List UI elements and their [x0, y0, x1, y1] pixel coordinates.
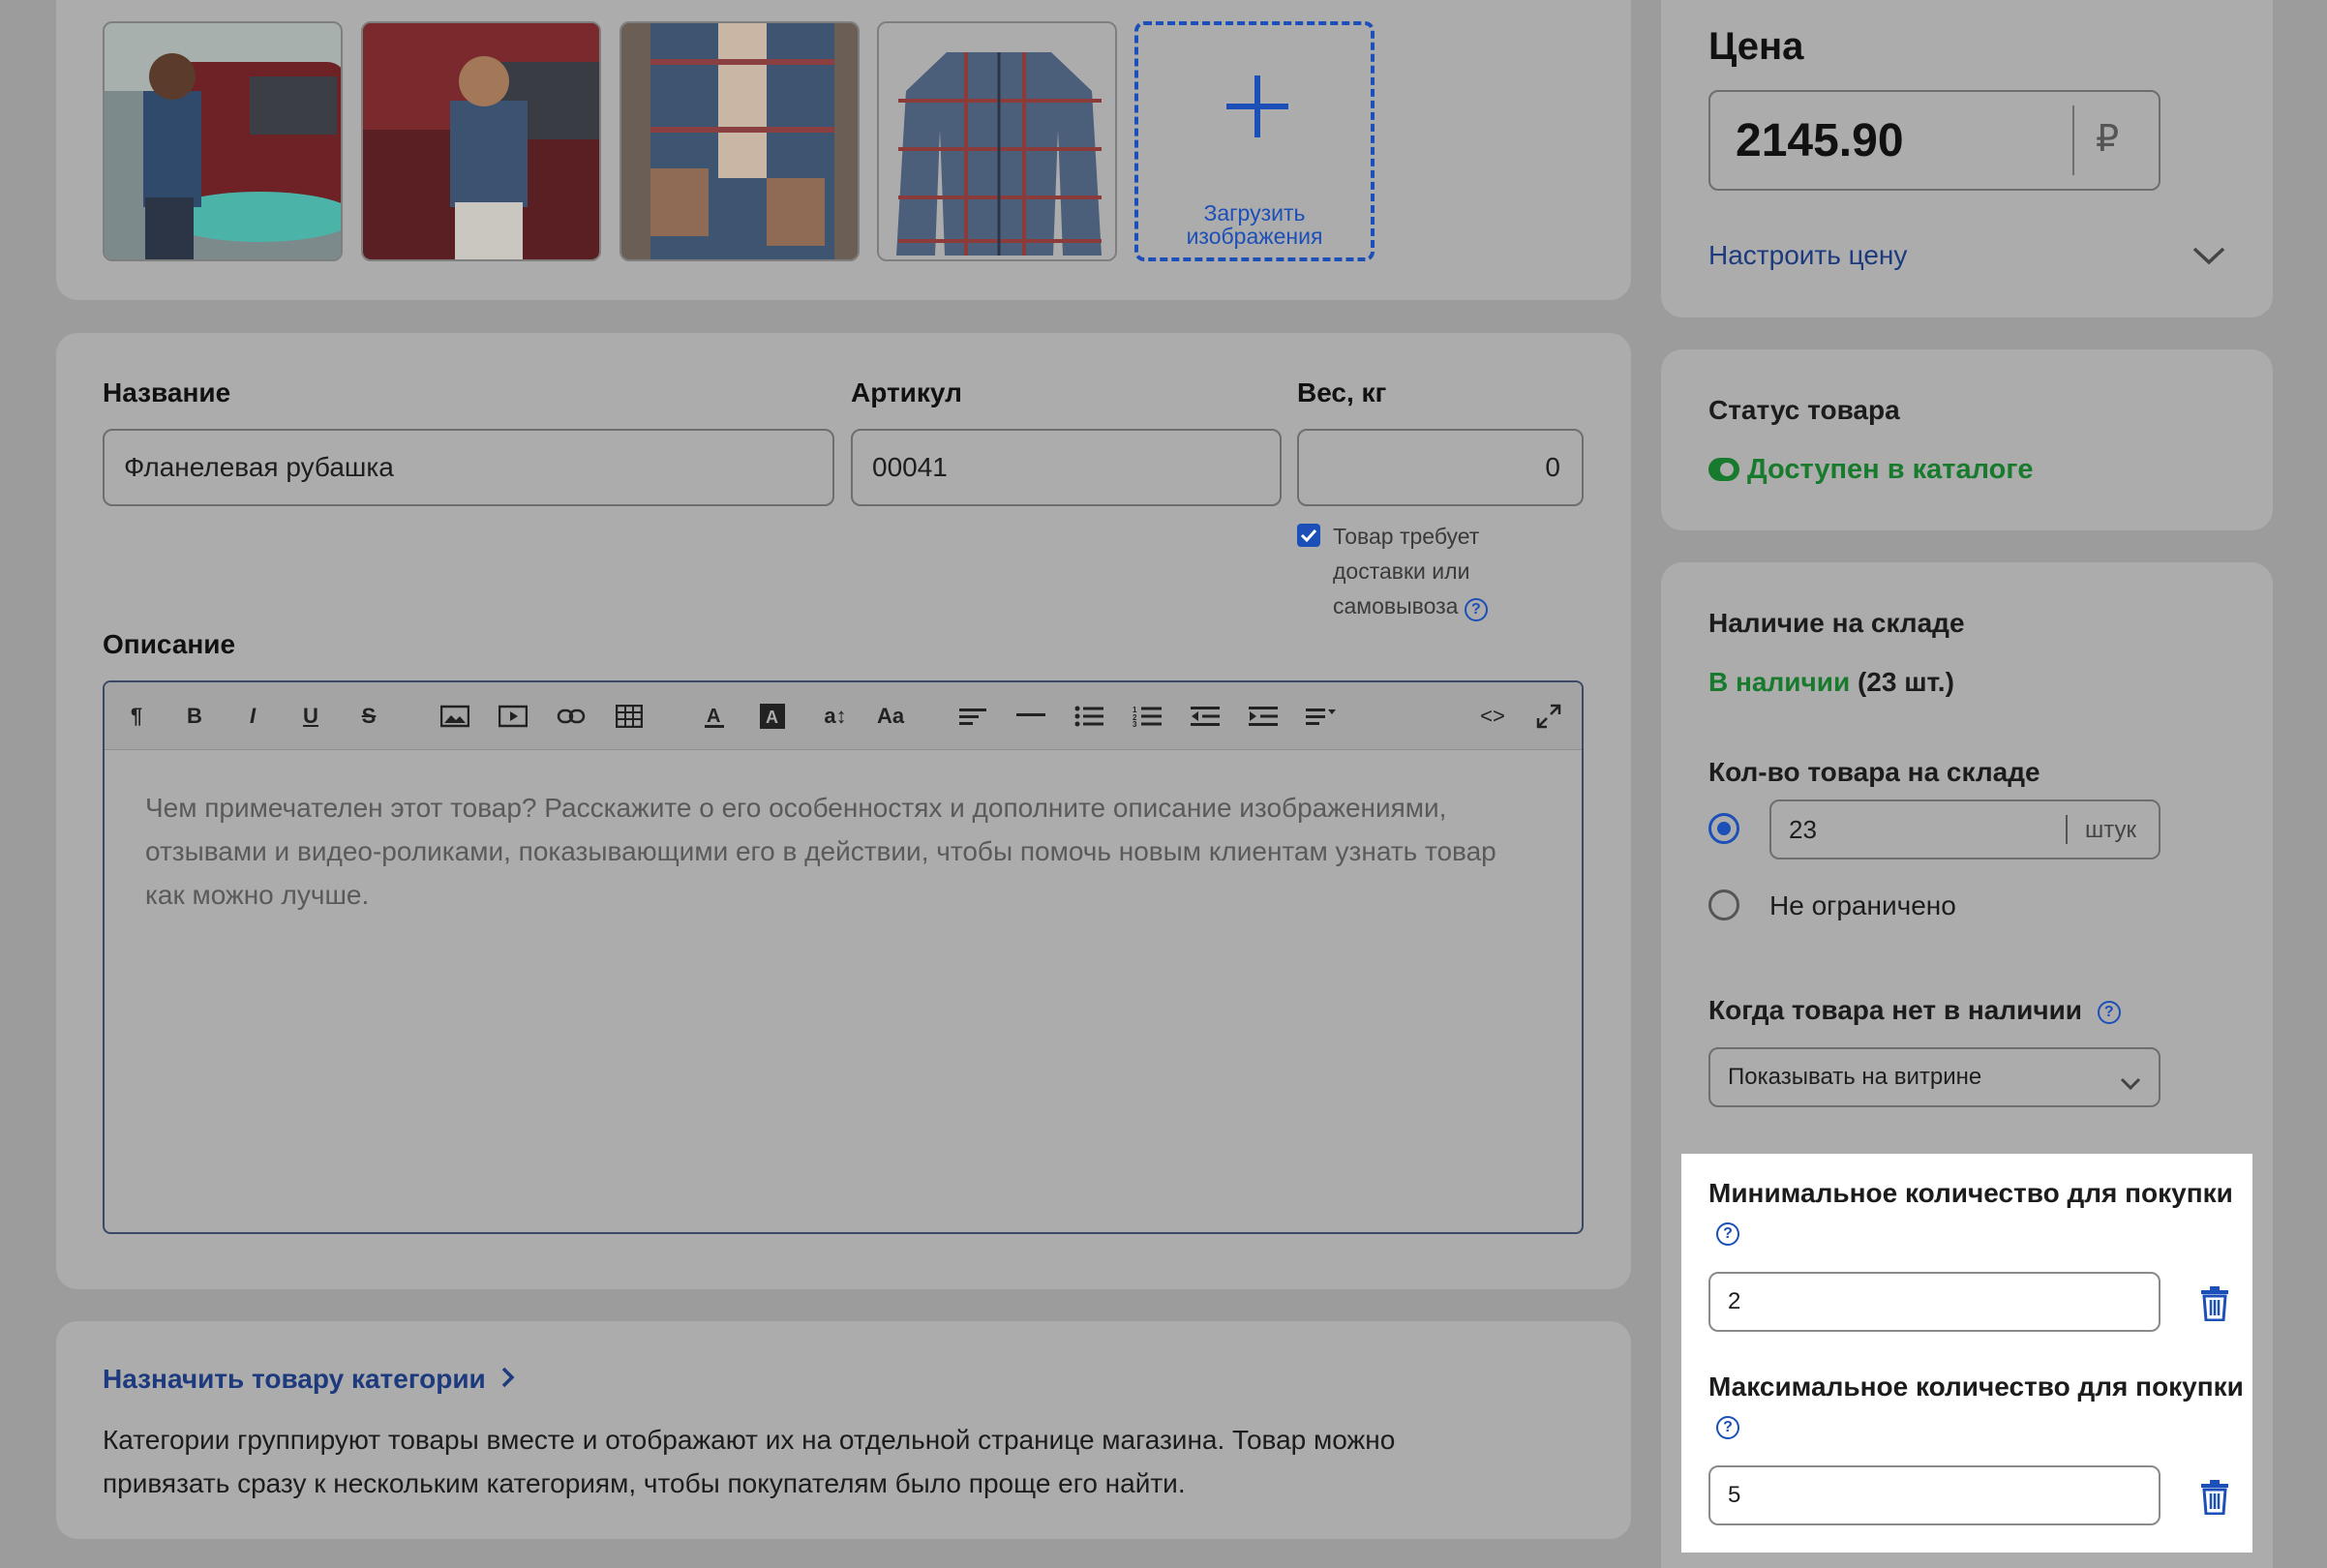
svg-text:3: 3 — [1133, 720, 1137, 727]
help-icon[interactable]: ? — [1716, 1222, 1739, 1246]
numbered-list-icon[interactable]: 123 — [1128, 697, 1166, 736]
align-icon[interactable] — [953, 697, 992, 736]
chevron-down-icon — [2120, 1070, 2141, 1098]
out-of-stock-select[interactable]: Показывать на витрине — [1708, 1047, 2161, 1107]
help-icon[interactable]: ? — [2097, 1000, 2121, 1024]
more-formatting-icon[interactable] — [1302, 697, 1341, 736]
sku-input-value: 00041 — [872, 452, 948, 482]
font-color-icon[interactable]: A — [695, 697, 734, 736]
strikethrough-icon[interactable]: S — [349, 697, 388, 736]
delete-min-icon[interactable] — [2199, 1286, 2230, 1326]
description-label: Описание — [103, 629, 236, 659]
shipping-checkbox[interactable] — [1297, 524, 1320, 547]
text-case-icon[interactable]: Aa — [869, 697, 912, 736]
configure-price-link[interactable]: Настроить цену — [1708, 240, 1907, 271]
product-image-3[interactable] — [620, 21, 860, 261]
plus-icon — [1226, 75, 1288, 137]
max-purchase-input[interactable]: 5 — [1708, 1465, 2161, 1525]
delete-max-icon[interactable] — [2199, 1480, 2230, 1520]
image-shirt-closeup — [621, 23, 858, 259]
min-purchase-input[interactable]: 2 — [1708, 1272, 2161, 1332]
description-editor[interactable] — [103, 680, 1584, 1234]
max-purchase-input-value: 5 — [1728, 1482, 1741, 1508]
chevron-down-icon[interactable] — [2192, 246, 2225, 270]
quantity-radio[interactable] — [1708, 813, 1739, 844]
price-input[interactable]: 2145.90 ₽ — [1708, 90, 2161, 191]
quantity-label: Кол-во товара на складе — [1708, 757, 2040, 787]
max-purchase-label: Максимальное количество для покупки — [1708, 1372, 2244, 1402]
image-surfer-car — [105, 23, 341, 259]
quantity-input-value: 23 — [1789, 814, 1817, 844]
code-view-icon[interactable]: <> — [1471, 697, 1514, 736]
checkmark-icon — [1300, 528, 1317, 543]
bulleted-list-icon[interactable] — [1070, 697, 1108, 736]
categories-description: Категории группируют товары вместе и ото… — [103, 1425, 1396, 1498]
assign-categories-link[interactable]: Назначить товару категории — [103, 1364, 515, 1395]
toggle-knob — [1720, 463, 1734, 476]
currency-symbol: ₽ — [2096, 119, 2120, 160]
paragraph-icon[interactable]: ¶ — [117, 697, 156, 736]
price-title: Цена — [1708, 25, 1804, 68]
in-stock-status: В наличии (23 шт.) — [1708, 667, 1954, 698]
weight-label: Вес, кг — [1297, 377, 1387, 407]
svg-text:A: A — [707, 706, 720, 727]
upload-image-label: Загрузить изображения — [1186, 200, 1323, 249]
highlight-icon[interactable]: A — [753, 697, 792, 736]
image-man-standing — [363, 23, 599, 259]
status-toggle[interactable] — [1708, 458, 1739, 481]
indent-icon[interactable] — [1244, 697, 1283, 736]
insert-video-icon[interactable] — [494, 697, 532, 736]
price-input-value: 2145.90 — [1736, 114, 1904, 166]
min-purchase-input-value: 2 — [1728, 1288, 1741, 1314]
status-value: Доступен в каталоге — [1747, 454, 2034, 485]
description-placeholder: Чем примечателен этот товар? Расскажите … — [145, 793, 1496, 910]
italic-icon[interactable]: I — [233, 697, 272, 736]
quantity-input[interactable]: 23 штук — [1769, 799, 2161, 859]
help-icon[interactable]: ? — [1716, 1416, 1739, 1439]
upload-image-button[interactable]: Загрузить изображения — [1134, 21, 1375, 261]
font-size-icon[interactable]: a↕ — [811, 697, 860, 736]
in-stock-label: В наличии — [1708, 667, 1851, 697]
out-of-stock-label: Когда товара нет в наличии ? — [1708, 995, 2121, 1026]
bold-icon[interactable]: B — [175, 697, 214, 736]
fullscreen-icon[interactable] — [1529, 697, 1568, 736]
radio-dot — [1717, 822, 1731, 835]
weight-input[interactable]: 0 — [1297, 429, 1584, 506]
min-purchase-label: Минимальное количество для покупки — [1708, 1178, 2233, 1208]
product-image-2[interactable] — [361, 21, 601, 261]
out-of-stock-select-value: Показывать на витрине — [1728, 1064, 1982, 1090]
product-image-1[interactable] — [103, 21, 343, 261]
product-image-4[interactable] — [877, 21, 1117, 261]
outdent-icon[interactable] — [1186, 697, 1224, 736]
help-icon[interactable]: ? — [1464, 598, 1488, 621]
stock-title: Наличие на складе — [1708, 608, 1965, 638]
quantity-divider — [2066, 815, 2068, 844]
insert-image-icon[interactable] — [436, 697, 474, 736]
table-icon[interactable] — [610, 697, 649, 736]
svg-text:A: A — [766, 708, 778, 727]
status-card — [1661, 349, 2273, 530]
unlimited-radio[interactable] — [1708, 890, 1739, 920]
image-flannel-shirt — [879, 23, 1115, 259]
sku-label: Артикул — [851, 377, 962, 407]
sku-input[interactable]: 00041 — [851, 429, 1282, 506]
name-input[interactable]: Фланелевая рубашка — [103, 429, 834, 506]
status-title: Статус товара — [1708, 395, 1900, 425]
horizontal-rule-icon[interactable] — [1012, 697, 1050, 736]
price-divider — [2072, 106, 2074, 175]
underline-icon[interactable]: U — [291, 697, 330, 736]
name-label: Название — [103, 377, 231, 407]
link-icon[interactable] — [552, 697, 590, 736]
weight-input-value: 0 — [1545, 452, 1560, 482]
shipping-checkbox-label: Товар требует доставки или самовывоза ? — [1333, 519, 1526, 623]
name-input-value: Фланелевая рубашка — [124, 452, 394, 482]
quantity-unit: штук — [2085, 817, 2137, 843]
unlimited-label: Не ограничено — [1769, 890, 1956, 920]
in-stock-count: (23 шт.) — [1857, 667, 1954, 697]
chevron-right-icon — [501, 1364, 515, 1395]
